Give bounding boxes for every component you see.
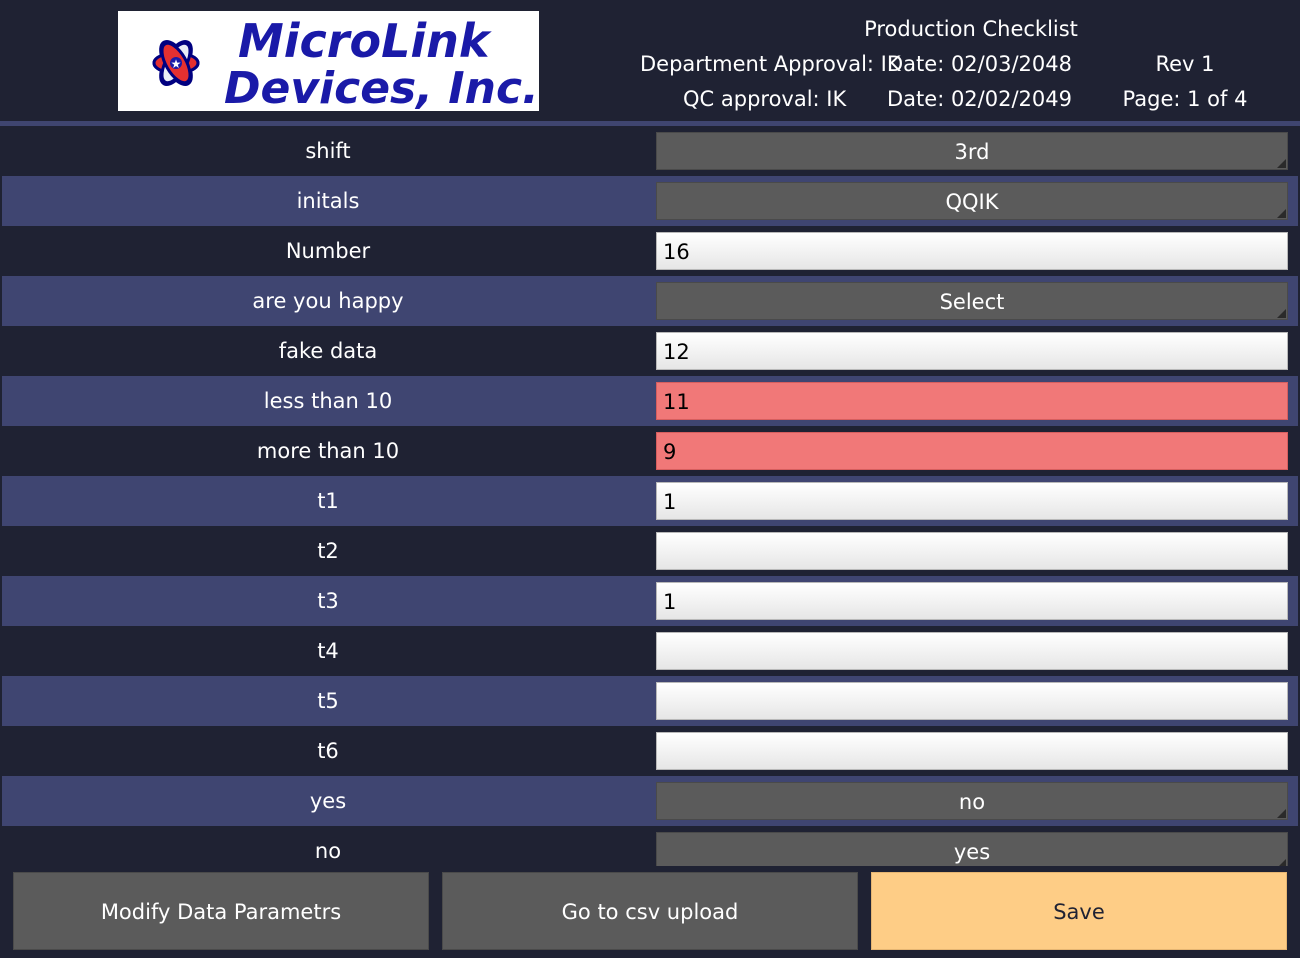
- form-row: shift 3rd: [2, 126, 1298, 176]
- page-indicator: Page: 1 of 4: [1122, 87, 1248, 111]
- field-label: less than 10: [263, 389, 393, 413]
- field-label: t1: [317, 489, 339, 513]
- form-row: more than 10 9: [2, 426, 1298, 476]
- form-row: fake data 12: [2, 326, 1298, 376]
- field-label: Number: [285, 239, 371, 263]
- company-logo: ★ MicroLink Devices, Inc.: [118, 11, 539, 111]
- production-checklist-app: ★ MicroLink Devices, Inc. Production Che…: [0, 0, 1300, 958]
- field-label: are you happy: [252, 289, 404, 313]
- form-row: t3 1: [2, 576, 1298, 626]
- dropdown-corner-icon: [1277, 809, 1286, 818]
- form-row: Number 16: [2, 226, 1298, 276]
- form-row: yes no: [2, 776, 1298, 826]
- field-dropdown[interactable]: QQIK: [656, 182, 1288, 220]
- form-row: t6: [2, 726, 1298, 776]
- logo-text-line1: MicroLink: [238, 14, 492, 68]
- field-input[interactable]: [656, 732, 1288, 770]
- field-input[interactable]: [656, 632, 1288, 670]
- footer-actions: Modify Data Parametrs Go to csv upload S…: [0, 866, 1300, 958]
- field-label: fake data: [278, 339, 378, 363]
- field-dropdown[interactable]: 3rd: [656, 132, 1288, 170]
- field-dropdown[interactable]: Select: [656, 282, 1288, 320]
- field-input[interactable]: 11: [656, 382, 1288, 420]
- form-row: initals QQIK: [2, 176, 1298, 226]
- form-row: t5: [2, 676, 1298, 726]
- field-input[interactable]: 1: [656, 582, 1288, 620]
- flower-icon: ★: [152, 40, 200, 86]
- field-label: t6: [317, 739, 339, 763]
- dropdown-corner-icon: [1277, 209, 1286, 218]
- field-label: t4: [317, 639, 339, 663]
- qc-date: Date: 02/02/2049: [887, 87, 1072, 111]
- field-input[interactable]: 9: [656, 432, 1288, 470]
- dropdown-corner-icon: [1277, 859, 1286, 866]
- field-input[interactable]: 16: [656, 232, 1288, 270]
- dropdown-corner-icon: [1277, 159, 1286, 168]
- field-dropdown[interactable]: no: [656, 782, 1288, 820]
- dropdown-value: no: [958, 790, 986, 814]
- field-dropdown[interactable]: yes: [656, 832, 1288, 866]
- header: ★ MicroLink Devices, Inc. Production Che…: [0, 0, 1300, 121]
- field-input[interactable]: [656, 532, 1288, 570]
- logo-text-line2: Devices, Inc.: [224, 63, 539, 111]
- form-row: t2: [2, 526, 1298, 576]
- field-input[interactable]: [656, 682, 1288, 720]
- modify-data-parameters-button[interactable]: Modify Data Parametrs: [13, 872, 429, 950]
- field-label: yes: [309, 789, 347, 813]
- qc-approval: QC approval: IK: [683, 87, 847, 111]
- dropdown-value: 3rd: [954, 140, 990, 164]
- field-label: more than 10: [256, 439, 400, 463]
- form-row: less than 10 11: [2, 376, 1298, 426]
- dropdown-value: QQIK: [945, 190, 999, 214]
- field-label: t2: [317, 539, 339, 563]
- form-row: are you happy Select: [2, 276, 1298, 326]
- dropdown-corner-icon: [1277, 309, 1286, 318]
- form-row: no yes: [2, 826, 1298, 866]
- form-row: t1 1: [2, 476, 1298, 526]
- department-approval: Department Approval: IK: [640, 52, 901, 76]
- field-label: shift: [305, 139, 351, 163]
- approval-date: Date: 02/03/2048: [887, 52, 1072, 76]
- page-title: Production Checklist: [864, 17, 1078, 41]
- field-label: t5: [317, 689, 339, 713]
- field-input[interactable]: 12: [656, 332, 1288, 370]
- field-label: no: [314, 839, 342, 863]
- field-label: initals: [296, 189, 360, 213]
- dropdown-value: yes: [953, 840, 991, 864]
- field-input[interactable]: 1: [656, 482, 1288, 520]
- dropdown-value: Select: [939, 290, 1005, 314]
- csv-upload-button[interactable]: Go to csv upload: [442, 872, 858, 950]
- revision: Rev 1: [1155, 52, 1215, 76]
- field-label: t3: [317, 589, 339, 613]
- save-button[interactable]: Save: [871, 872, 1287, 950]
- checklist-form: shift 3rd initals QQIK Number 16 are you happy…: [2, 126, 1298, 866]
- form-row: t4: [2, 626, 1298, 676]
- svg-text:★: ★: [171, 57, 182, 71]
- logo-graphic: ★ MicroLink Devices, Inc.: [152, 14, 539, 111]
